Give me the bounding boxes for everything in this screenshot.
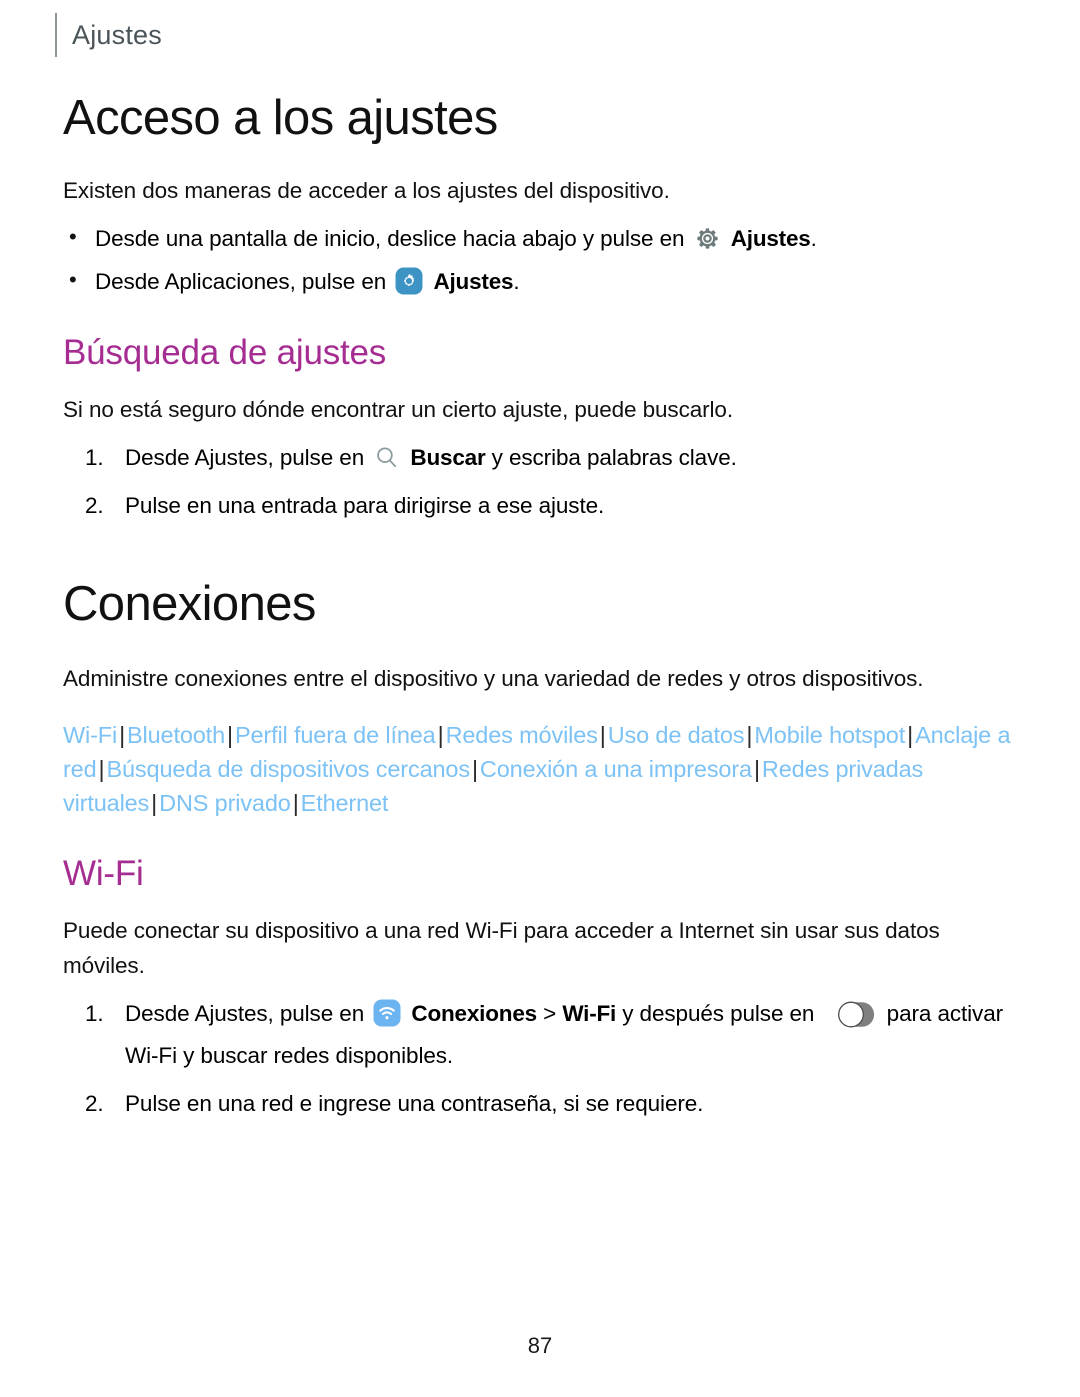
list-item: Pulse en una entrada para dirigirse a es…: [63, 489, 1013, 524]
link-separator: |: [151, 790, 158, 817]
ui-label-conexiones: Conexiones: [411, 1000, 537, 1026]
link-data-usage[interactable]: Uso de datos: [608, 722, 745, 748]
running-header-label: Ajustes: [72, 19, 162, 50]
section-heading-wifi: Wi-Fi: [63, 854, 144, 894]
header-divider-rule: [55, 13, 57, 57]
link-separator: |: [98, 756, 105, 782]
settings-search-intro: Si no está seguro dónde encontrar un cie…: [63, 396, 733, 422]
list-item: Desde Ajustes, pulse en Conexiones > Wi-…: [63, 997, 1013, 1074]
link-ethernet[interactable]: Ethernet: [301, 790, 389, 816]
settings-app-icon: [395, 267, 423, 295]
bullet-text-after: .: [513, 269, 520, 295]
link-separator: |: [599, 721, 606, 748]
link-bluetooth[interactable]: Bluetooth: [127, 722, 225, 748]
running-header: Ajustes: [55, 12, 162, 58]
connections-intro: Administre conexiones entre el dispositi…: [63, 665, 924, 691]
link-separator: |: [753, 756, 760, 782]
link-mobile-networks[interactable]: Redes móviles: [446, 722, 598, 748]
link-separator: |: [907, 721, 914, 748]
bullet-text-before: Desde una pantalla de inicio, deslice ha…: [95, 226, 685, 252]
settings-access-intro: Existen dos maneras de acceder a los aju…: [63, 177, 670, 203]
link-separator: |: [292, 790, 299, 817]
link-separator: |: [437, 721, 444, 748]
wifi-step-list: Desde Ajustes, pulse en Conexiones > Wi-…: [63, 997, 1013, 1122]
toggle-switch-icon[interactable]: [827, 1001, 875, 1039]
link-airplane-mode[interactable]: Perfil fuera de línea: [235, 722, 436, 748]
breadcrumb-chevron: >: [543, 1000, 557, 1026]
gear-icon: [694, 225, 721, 252]
connections-link-bar: Wi-Fi|Bluetooth|Perfil fuera de línea|Re…: [63, 718, 1013, 820]
step-text: Pulse en una entrada para dirigirse a es…: [125, 492, 605, 518]
link-separator: |: [119, 721, 126, 748]
step-text-part2: y después pulse en: [622, 1000, 815, 1026]
wifi-app-icon: [373, 999, 401, 1027]
bullet-text-after: .: [810, 226, 817, 252]
section-heading-settings-search: Búsqueda de ajustes: [63, 332, 387, 372]
page-content: Acceso a los ajustes Existen dos maneras…: [63, 91, 1013, 1134]
document-page: Ajustes Acceso a los ajustes Existen dos…: [0, 0, 1080, 1397]
link-private-dns[interactable]: DNS privado: [159, 790, 291, 816]
ui-label-wifi: Wi-Fi: [562, 1000, 617, 1026]
link-separator: |: [226, 721, 233, 748]
list-item: Pulse en una red e ingrese una contraseñ…: [63, 1087, 1013, 1122]
page-title-settings-access: Acceso a los ajustes: [63, 91, 498, 145]
page-title-connections: Conexiones: [63, 576, 316, 631]
link-connect-to-printer[interactable]: Conexión a una impresora: [480, 756, 752, 782]
link-mobile-hotspot[interactable]: Mobile hotspot: [754, 722, 905, 748]
list-item: Desde Ajustes, pulse en Buscar y escriba…: [63, 441, 1013, 476]
list-item: Desde una pantalla de inicio, deslice ha…: [63, 221, 1013, 255]
step-text-before: Desde Ajustes, pulse en: [125, 445, 365, 471]
list-item: Desde Aplicaciones, pulse en Ajustes.: [63, 264, 1013, 298]
ui-label-buscar: Buscar: [410, 445, 486, 471]
page-number: 87: [527, 1333, 553, 1358]
ui-label-ajustes: Ajustes: [730, 226, 811, 252]
search-icon: [373, 444, 400, 471]
step-text-after: y escriba palabras clave.: [491, 445, 737, 471]
link-separator: |: [471, 756, 478, 782]
settings-search-step-list: Desde Ajustes, pulse en Buscar y escriba…: [63, 441, 1013, 524]
link-separator: |: [746, 721, 753, 748]
wifi-intro: Puede conectar su dispositivo a una red …: [63, 918, 940, 978]
ui-label-ajustes: Ajustes: [433, 269, 514, 295]
settings-access-bullet-list: Desde una pantalla de inicio, deslice ha…: [63, 221, 1013, 299]
link-wifi[interactable]: Wi-Fi: [63, 722, 117, 748]
bullet-text-before: Desde Aplicaciones, pulse en: [95, 269, 387, 295]
step-text-part1: Desde Ajustes, pulse en: [125, 1000, 365, 1026]
link-nearby-device-scanning[interactable]: Búsqueda de dispositivos cercanos: [106, 756, 470, 782]
step-text: Pulse en una red e ingrese una contraseñ…: [125, 1090, 704, 1116]
